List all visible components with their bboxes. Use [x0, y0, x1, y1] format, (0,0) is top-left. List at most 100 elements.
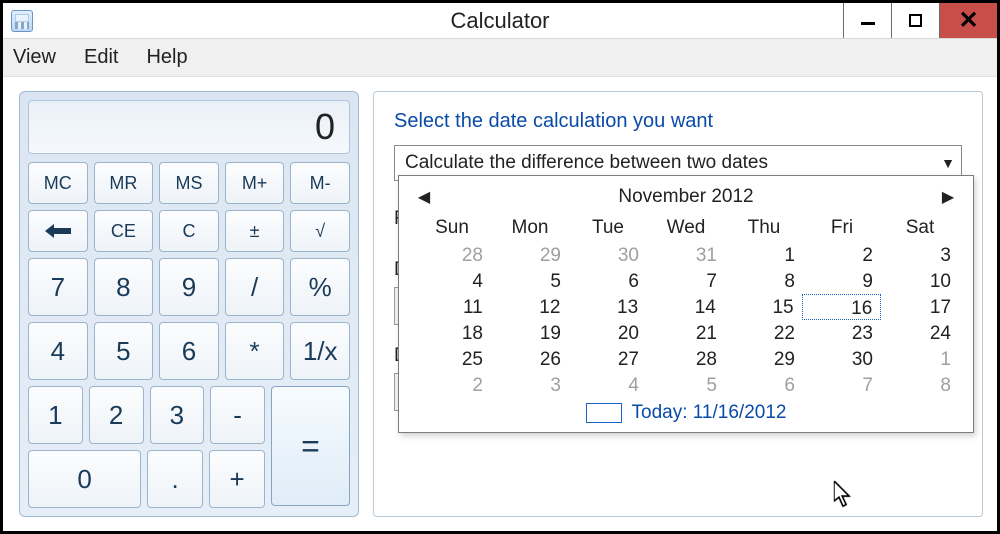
calendar-day-today[interactable]: 16 — [802, 294, 882, 320]
calendar-day[interactable]: 31 — [647, 242, 725, 268]
calendar-day[interactable]: 8 — [725, 268, 803, 294]
calendar-day[interactable]: 24 — [881, 320, 959, 346]
calendar-day[interactable]: 19 — [491, 320, 569, 346]
calendar-day[interactable]: 28 — [647, 346, 725, 372]
calendar-day[interactable]: 7 — [803, 372, 881, 398]
equals-button[interactable]: = — [271, 386, 350, 506]
calendar-day[interactable]: 1 — [881, 346, 959, 372]
calendar-day[interactable]: 5 — [647, 372, 725, 398]
c-button[interactable]: C — [159, 210, 219, 252]
dow-wed: Wed — [647, 214, 725, 240]
calendar-day[interactable]: 2 — [413, 372, 491, 398]
titlebar: Calculator ✕ — [3, 3, 997, 39]
percent-button[interactable]: % — [290, 258, 350, 316]
close-button[interactable]: ✕ — [939, 3, 997, 38]
calendar-day[interactable]: 4 — [413, 268, 491, 294]
calendar-popup: ◀ November 2012 ▶ Sun Mon Tue Wed Thu Fr… — [398, 175, 974, 433]
maximize-icon — [909, 14, 922, 27]
next-month-button[interactable]: ▶ — [937, 187, 959, 207]
subtract-button[interactable]: - — [210, 386, 265, 444]
calculator-pane: 0 MC MR MS M+ M- CE C ± √ 7 8 9 / % 4 5 — [19, 91, 359, 517]
calendar-day[interactable]: 8 — [881, 372, 959, 398]
calendar-day[interactable]: 9 — [803, 268, 881, 294]
num2-button[interactable]: 2 — [89, 386, 144, 444]
calendar-day[interactable]: 3 — [881, 242, 959, 268]
num5-button[interactable]: 5 — [94, 322, 154, 380]
dow-fri: Fri — [803, 214, 881, 240]
plusminus-button[interactable]: ± — [225, 210, 285, 252]
calendar-weekday-header: Sun Mon Tue Wed Thu Fri Sat — [413, 214, 959, 240]
calendar-day[interactable]: 20 — [569, 320, 647, 346]
calendar-day[interactable]: 29 — [725, 346, 803, 372]
calendar-day[interactable]: 30 — [803, 346, 881, 372]
calendar-day[interactable]: 30 — [569, 242, 647, 268]
num1-button[interactable]: 1 — [28, 386, 83, 444]
reciprocal-button[interactable]: 1/x — [290, 322, 350, 380]
calendar-day[interactable]: 14 — [646, 294, 724, 320]
prev-month-button[interactable]: ◀ — [413, 187, 435, 207]
calendar-day[interactable]: 22 — [725, 320, 803, 346]
calendar-day[interactable]: 28 — [413, 242, 491, 268]
calc-display: 0 — [28, 100, 350, 154]
menu-edit[interactable]: Edit — [84, 46, 118, 69]
today-box-icon — [586, 403, 622, 423]
mc-button[interactable]: MC — [28, 162, 88, 204]
back-arrow-icon — [45, 224, 71, 238]
num8-button[interactable]: 8 — [94, 258, 154, 316]
mplus-button[interactable]: M+ — [225, 162, 285, 204]
calendar-day[interactable]: 6 — [569, 268, 647, 294]
minimize-button[interactable] — [843, 3, 891, 38]
dow-tue: Tue — [569, 214, 647, 240]
divide-button[interactable]: / — [225, 258, 285, 316]
dow-sun: Sun — [413, 214, 491, 240]
dow-mon: Mon — [491, 214, 569, 240]
calendar-day[interactable]: 17 — [881, 294, 959, 320]
close-icon: ✕ — [958, 6, 978, 35]
calendar-day[interactable]: 18 — [413, 320, 491, 346]
menu-view[interactable]: View — [13, 46, 56, 69]
today-link[interactable]: Today: 11/16/2012 — [413, 402, 959, 424]
decimal-button[interactable]: . — [147, 450, 203, 508]
add-button[interactable]: + — [209, 450, 265, 508]
num7-button[interactable]: 7 — [28, 258, 88, 316]
menu-help[interactable]: Help — [146, 46, 187, 69]
num4-button[interactable]: 4 — [28, 322, 88, 380]
num6-button[interactable]: 6 — [159, 322, 219, 380]
calendar-day[interactable]: 11 — [413, 294, 491, 320]
calendar-day[interactable]: 21 — [647, 320, 725, 346]
num0-button[interactable]: 0 — [28, 450, 141, 508]
combo-value: Calculate the difference between two dat… — [405, 152, 768, 174]
menubar: View Edit Help — [3, 39, 997, 77]
calendar-day[interactable]: 15 — [724, 294, 802, 320]
calendar-month-label: November 2012 — [618, 186, 753, 208]
calendar-day[interactable]: 5 — [491, 268, 569, 294]
mminus-button[interactable]: M- — [290, 162, 350, 204]
section-label: Select the date calculation you want — [394, 110, 962, 133]
multiply-button[interactable]: * — [225, 322, 285, 380]
backspace-button[interactable] — [28, 210, 88, 252]
calendar-day[interactable]: 4 — [569, 372, 647, 398]
dow-sat: Sat — [881, 214, 959, 240]
calendar-day[interactable]: 1 — [725, 242, 803, 268]
num3-button[interactable]: 3 — [150, 386, 205, 444]
calendar-day[interactable]: 3 — [491, 372, 569, 398]
calendar-day[interactable]: 29 — [491, 242, 569, 268]
mr-button[interactable]: MR — [94, 162, 154, 204]
calendar-day[interactable]: 12 — [491, 294, 569, 320]
calendar-day[interactable]: 10 — [881, 268, 959, 294]
ce-button[interactable]: CE — [94, 210, 154, 252]
minimize-icon — [861, 22, 875, 25]
calendar-day[interactable]: 27 — [569, 346, 647, 372]
calendar-day[interactable]: 23 — [803, 320, 881, 346]
calendar-day[interactable]: 6 — [725, 372, 803, 398]
calendar-day[interactable]: 13 — [568, 294, 646, 320]
maximize-button[interactable] — [891, 3, 939, 38]
calendar-day[interactable]: 2 — [803, 242, 881, 268]
calendar-day[interactable]: 25 — [413, 346, 491, 372]
num9-button[interactable]: 9 — [159, 258, 219, 316]
calendar-day[interactable]: 26 — [491, 346, 569, 372]
ms-button[interactable]: MS — [159, 162, 219, 204]
calendar-day[interactable]: 7 — [647, 268, 725, 294]
chevron-down-icon: ▼ — [941, 155, 955, 171]
sqrt-button[interactable]: √ — [290, 210, 350, 252]
